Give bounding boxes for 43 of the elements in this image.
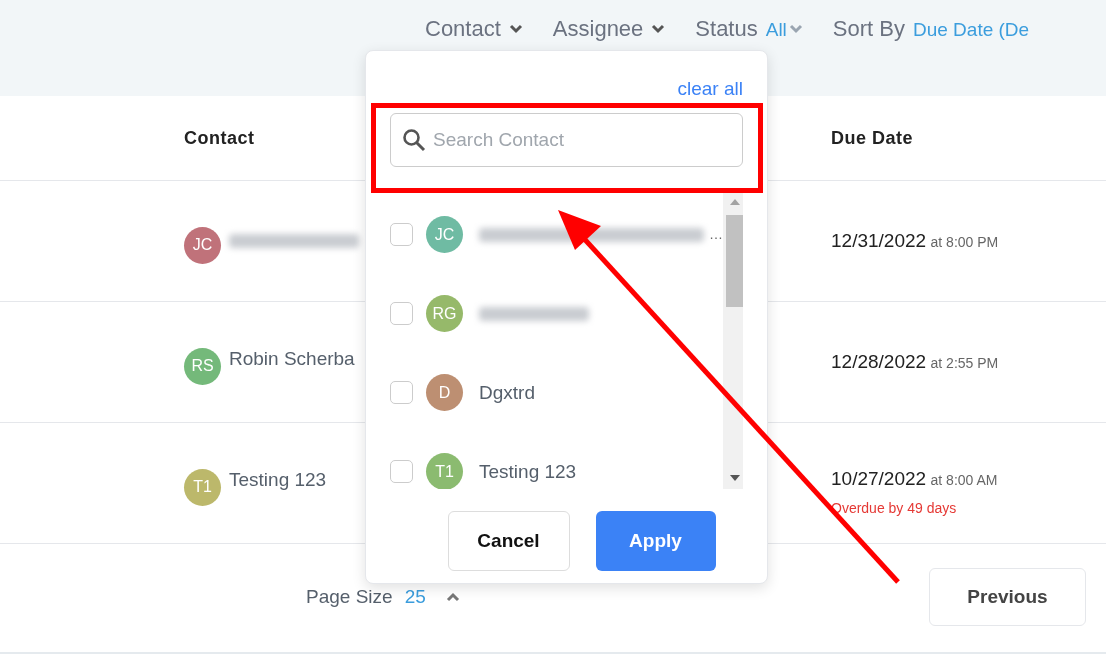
contact-name: Dgxtrd xyxy=(479,380,535,405)
due-date: 12/28/2022 xyxy=(831,350,927,372)
caret-down-icon[interactable] xyxy=(508,23,523,34)
avatar: T1 xyxy=(184,468,221,506)
due-time: at 8:00 PM xyxy=(930,233,999,250)
avatar: T1 xyxy=(426,453,463,489)
column-header: Due Date xyxy=(831,127,914,148)
due-date: 12/31/2022 xyxy=(831,229,927,251)
contact-name[interactable]: Testing 123 xyxy=(229,465,327,495)
contact-name: Testing 123 xyxy=(479,459,577,484)
avatar: RS xyxy=(184,347,221,385)
previous-button[interactable]: Previous xyxy=(929,568,1086,626)
due-time: at 8:00 AM xyxy=(930,472,998,489)
avatar: JC xyxy=(184,226,221,264)
checkbox[interactable] xyxy=(390,223,413,247)
filter-value[interactable]: Due Date (De xyxy=(913,15,1030,45)
filter-value[interactable]: All xyxy=(765,15,787,45)
filter-label[interactable]: Sort By xyxy=(832,12,905,45)
cancel-button[interactable]: Cancel xyxy=(447,511,570,571)
apply-button[interactable]: Apply xyxy=(595,511,716,571)
caret-up-icon[interactable] xyxy=(445,592,460,602)
contact-option[interactable]: D Dgxtrd xyxy=(390,348,723,428)
contact-option[interactable]: T1 Testing 123 xyxy=(390,427,723,489)
scrollbar[interactable] xyxy=(723,190,743,489)
page-size-value[interactable]: 25 xyxy=(404,582,426,612)
ellipsis: … xyxy=(709,225,723,245)
avatar: JC xyxy=(426,216,463,254)
filter-label[interactable]: Status xyxy=(695,12,758,45)
checkbox[interactable] xyxy=(390,460,413,484)
clear-all-link[interactable]: clear all xyxy=(677,79,743,100)
filter-label[interactable]: Assignee xyxy=(552,12,644,45)
due-date: 10/27/2022 xyxy=(831,468,927,490)
checkbox[interactable] xyxy=(390,302,413,326)
filter-label[interactable]: Contact xyxy=(425,12,501,45)
page-size-label: Page Size xyxy=(306,584,393,609)
column-header: Contact xyxy=(184,127,255,148)
search-field[interactable]: Search Contact xyxy=(390,112,743,167)
checkbox[interactable] xyxy=(390,381,413,405)
avatar: D xyxy=(426,374,463,412)
due-time: at 2:55 PM xyxy=(930,354,999,371)
contact-name[interactable]: Robin Scherba xyxy=(229,344,355,374)
avatar: RG xyxy=(426,295,463,333)
caret-down-icon[interactable] xyxy=(651,23,666,34)
